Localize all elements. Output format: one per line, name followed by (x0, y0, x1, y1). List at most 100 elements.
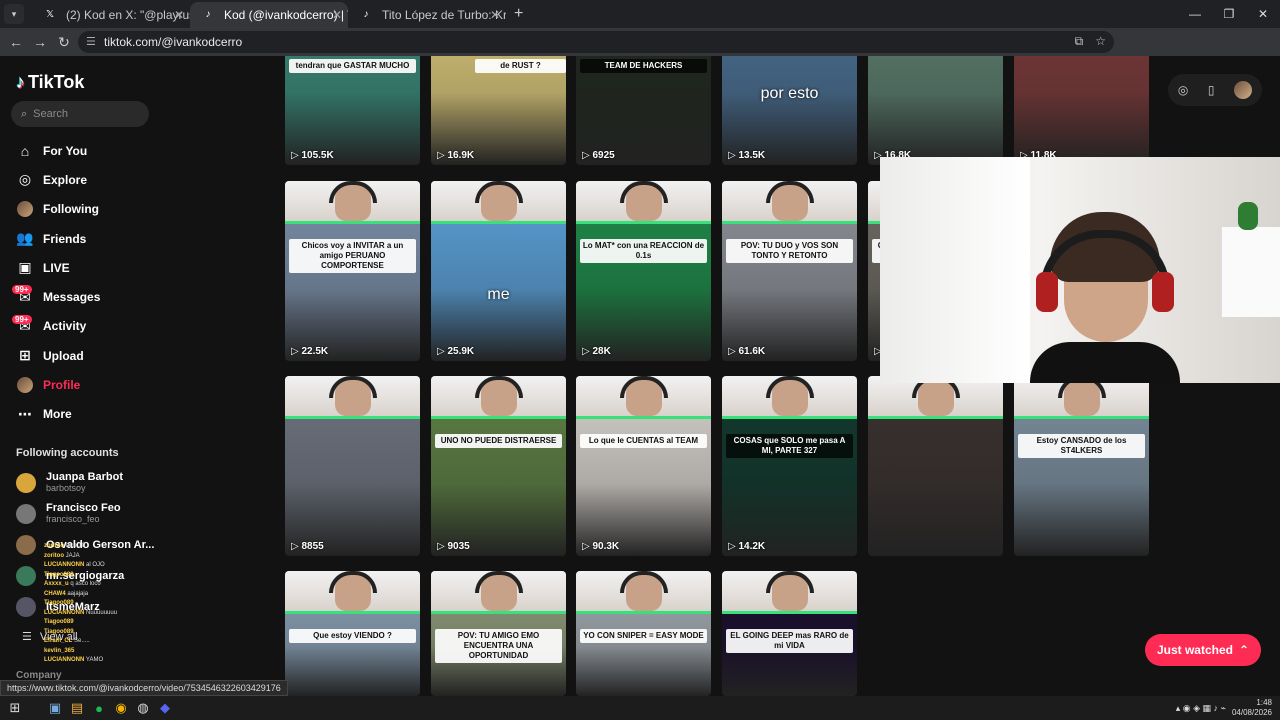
chat-user: LUCIANNONN (44, 609, 85, 616)
video-caption: Lo MAT* con una REACCION de 0.1s (580, 239, 707, 263)
browser-tab[interactable]: 𝕏 (2) Kod en X: "@playrust Been g✕ (32, 2, 190, 28)
video-facecam (431, 181, 566, 221)
sidebar-item-for-you[interactable]: ⌂ For You (16, 136, 100, 165)
video-card[interactable]: Lo MAT* con una REACCION de 0.1s ▷ 28K (576, 181, 711, 361)
sidebar-item-live[interactable]: ▣ LIVE (16, 253, 100, 282)
video-card[interactable]: YO CON SNIPER = EASY MODE (576, 571, 711, 696)
taskbar-folder-icon[interactable]: ▤ (66, 697, 88, 719)
video-card[interactable]: de RUST ? ▷ 16.9K (431, 56, 566, 165)
video-facecam (576, 571, 711, 611)
account-avatar (16, 534, 36, 555)
video-card[interactable]: Estoy CANSADO de los ST4LKERS (1014, 376, 1149, 556)
forward-button[interactable]: → (28, 34, 52, 50)
following-account[interactable]: Francisco Feo francisco_feo (16, 498, 154, 529)
chat-message: LUCIANNONN al OJO (44, 561, 154, 571)
play-icon: ▷ (437, 346, 448, 357)
account-handle: francisco_feo (46, 514, 100, 524)
sidebar-item-messages[interactable]: ✉ 99+ Messages (12, 282, 100, 311)
facecam-headset (329, 376, 377, 398)
back-button[interactable]: ← (4, 34, 28, 50)
account-text: Francisco Feo francisco_feo (46, 502, 121, 525)
sidebar-item-profile[interactable]: Profile (16, 370, 100, 399)
device-icon[interactable]: ▯ (1208, 83, 1215, 97)
video-card[interactable]: EL GOING DEEP mas RARO de mi VIDA (722, 571, 857, 696)
video-card[interactable] (868, 376, 1003, 556)
video-card[interactable]: ▷ 16.8K (868, 56, 1003, 165)
chat-message: Tiagoo089 (44, 618, 154, 628)
facecam-divider (722, 416, 857, 419)
video-card[interactable]: Lo que le CUENTAS al TEAM ▷ 90.3K (576, 376, 711, 556)
tiktok-logo[interactable]: ♪ TikTok (16, 72, 84, 93)
video-card[interactable]: me ▷ 25.9K (431, 181, 566, 361)
new-tab-button[interactable]: + (514, 5, 523, 23)
video-card[interactable]: Chicos voy a INVITAR a un amigo PERUANO … (285, 181, 420, 361)
tab-search-button[interactable]: ▾ (4, 4, 24, 24)
video-card[interactable]: POV: TU AMIGO EMO ENCUENTRA UNA OPORTUNI… (431, 571, 566, 696)
video-card[interactable]: por esto ▷ 13.5K (722, 56, 857, 165)
chat-text: aajajaja (67, 590, 89, 597)
play-icon: ▷ (728, 346, 739, 357)
streamer (1030, 212, 1180, 383)
close-window-button[interactable]: ✕ (1246, 0, 1280, 28)
taskbar-app2-icon[interactable]: ◍ (132, 697, 154, 719)
url-input[interactable]: ☰ tiktok.com/@ivankodcerro ⧉ ☆ (78, 31, 1114, 53)
browser-tab[interactable]: ♪ Kod (@ivankodcerro) | TikTok✕ (190, 2, 348, 28)
user-avatar[interactable] (1234, 81, 1253, 99)
status-bar-url: https://www.tiktok.com/@ivankodcerro/vid… (0, 680, 288, 696)
video-caption: me (487, 286, 510, 303)
video-card[interactable]: ▷ 8855 (285, 376, 420, 556)
facecam-divider (868, 416, 1003, 419)
compass-icon[interactable]: ◎ (1178, 83, 1188, 97)
sidebar-item-following[interactable]: Following (16, 195, 100, 224)
video-card[interactable]: Que estoy VIENDO ? (285, 571, 420, 696)
browser-tab[interactable]: ♪ Tito López de Turbo: Kraken lo✕ (348, 2, 507, 28)
video-card[interactable]: COSAS que SOLO me pasa A MI, PARTE 327 ▷ … (722, 376, 857, 556)
windows-start-icon[interactable]: ⊞ (4, 697, 26, 719)
chrome-icon[interactable]: ◉ (110, 697, 132, 719)
sidebar-item-label: LIVE (43, 260, 70, 275)
chat-user: LUCIANNONN (44, 562, 85, 568)
minimize-button[interactable]: — (1178, 0, 1212, 28)
sidebar-item-explore[interactable]: ◎ Explore (16, 165, 100, 194)
video-facecam (285, 376, 420, 416)
tray-icons[interactable]: ▴ ◉ ◈ ▦ ♪ ⌁ (1176, 703, 1226, 714)
chat-user: CHAW4 (44, 590, 66, 597)
video-card[interactable]: tendran que GASTAR MUCHO ▷ 105.5K (285, 56, 420, 165)
sidebar-item-more[interactable]: ⋯ More (16, 400, 100, 429)
spotify-icon[interactable]: ● (88, 697, 110, 719)
video-card[interactable]: TEAM DE HACKERS ▷ 6925 (576, 56, 711, 165)
tab-close-icon[interactable]: ✕ (174, 8, 184, 22)
just-watched-button[interactable]: Just watched ⌃ (1145, 634, 1261, 666)
reload-button[interactable]: ↻ (52, 34, 76, 51)
account-name: Francisco Feo (46, 502, 121, 514)
sidebar-item-friends[interactable]: 👥 Friends (16, 224, 100, 253)
bookmark-star-icon[interactable]: ☆ (1095, 34, 1106, 49)
video-card[interactable]: UNO NO PUEDE DISTRAERSE ▷ 9035 (431, 376, 566, 556)
sidebar-item-activity[interactable]: ✉ 99+ Activity (12, 312, 100, 341)
video-card[interactable]: POV: TU DUO y VOS SON TONTO Y RETONTO ▷ 6… (722, 181, 857, 361)
chat-message: Efrain_CL Se..... (44, 637, 154, 647)
install-app-icon[interactable]: ⧉ (1075, 34, 1084, 49)
video-caption: Estoy CANSADO de los ST4LKERS (1018, 434, 1145, 458)
tab-close-icon[interactable]: ✕ (332, 8, 342, 22)
site-info-icon[interactable]: ☰ (86, 35, 96, 48)
taskbar-app-icon[interactable]: ▣ (44, 697, 66, 719)
clock[interactable]: 1:48 04/08/2026 (1232, 698, 1272, 718)
video-card[interactable]: ▷ 11.8K (1014, 56, 1149, 165)
webcam-shelf (1220, 227, 1280, 317)
discord-icon[interactable]: ◆ (154, 697, 176, 719)
play-icon: ▷ (437, 150, 448, 161)
facecam-divider (431, 221, 566, 224)
restore-button[interactable]: ❐ (1212, 0, 1246, 28)
search-input[interactable]: ⌕ Search (11, 101, 149, 127)
sidebar-item-upload[interactable]: ⊞ Upload (16, 341, 100, 370)
following-account[interactable]: Juanpa Barbot barbotsoy (16, 467, 154, 498)
search-icon: ⌕ (21, 107, 28, 120)
view-count-number: 25.9K (447, 346, 475, 357)
video-caption: POV: TU AMIGO EMO ENCUENTRA UNA OPORTUNI… (435, 629, 562, 663)
facecam-headset (475, 181, 523, 203)
sidebar-item-label: Explore (43, 172, 88, 187)
video-caption: YO CON SNIPER = EASY MODE (580, 629, 707, 643)
sidebar: ♪ TikTok ⌕ Search ⌂ For You ◎ Explore Follow… (0, 56, 160, 696)
tab-close-icon[interactable]: ✕ (490, 8, 500, 22)
